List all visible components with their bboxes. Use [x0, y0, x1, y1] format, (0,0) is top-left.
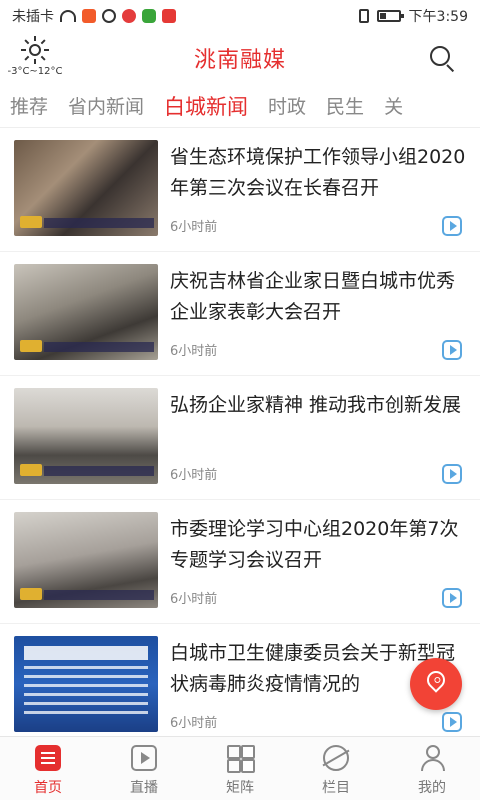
news-list: 省生态环境保护工作领导小组2020年第三次会议在长春召开 6小时前 庆祝吉林省企…	[0, 128, 480, 736]
tab-livelihood[interactable]: 民生	[316, 92, 374, 119]
tab-more[interactable]: 关	[374, 92, 413, 119]
tab-politics[interactable]: 时政	[258, 92, 316, 119]
column-icon	[323, 745, 349, 771]
app-notification-icon	[102, 9, 116, 23]
news-thumbnail	[14, 388, 158, 484]
nav-label: 直播	[130, 780, 158, 796]
news-thumbnail	[14, 264, 158, 360]
search-icon[interactable]	[428, 44, 458, 74]
video-icon[interactable]	[442, 340, 462, 360]
video-icon[interactable]	[442, 588, 462, 608]
nav-mine[interactable]: 我的	[384, 737, 480, 800]
status-bar: 未插卡 下午3:59	[0, 0, 480, 32]
matrix-icon	[227, 745, 253, 773]
video-icon[interactable]	[442, 712, 462, 732]
bottom-nav: 首页 直播 矩阵 栏目 我的	[0, 736, 480, 800]
app-notification-icon	[82, 9, 96, 23]
vibrate-icon	[358, 9, 369, 23]
news-title: 市委理论学习中心组2020年第7次专题学习会议召开	[170, 518, 459, 571]
location-button[interactable]	[410, 658, 462, 710]
nav-column[interactable]: 栏目	[288, 737, 384, 800]
status-time: 下午3:59	[408, 9, 468, 25]
tab-recommend[interactable]: 推荐	[0, 92, 58, 119]
video-icon[interactable]	[442, 216, 462, 236]
news-thumbnail	[14, 140, 158, 236]
news-item[interactable]: 庆祝吉林省企业家日暨白城市优秀企业家表彰大会召开 6小时前	[0, 252, 480, 376]
news-thumbnail	[14, 636, 158, 732]
nav-home[interactable]: 首页	[0, 737, 96, 800]
battery-icon	[376, 10, 404, 22]
nav-live[interactable]: 直播	[96, 737, 192, 800]
wifi-icon	[60, 10, 76, 22]
news-item[interactable]: 省生态环境保护工作领导小组2020年第三次会议在长春召开 6小时前	[0, 128, 480, 252]
news-time: 6小时前	[170, 220, 218, 235]
carrier-text: 未插卡	[12, 9, 54, 25]
news-title: 弘扬企业家精神 推动我市创新发展	[170, 394, 462, 416]
profile-icon	[419, 745, 445, 771]
location-pin-icon	[423, 667, 449, 693]
news-time: 6小时前	[170, 468, 218, 483]
nav-label: 我的	[418, 780, 446, 796]
tab-baicheng-news[interactable]: 白城新闻	[154, 91, 258, 121]
live-icon	[131, 745, 157, 771]
app-header: -3°C~12°C 洮南融媒	[0, 32, 480, 84]
news-item[interactable]: 白城市卫生健康委员会关于新型冠状病毒肺炎疫情情况的 6小时前	[0, 624, 480, 736]
app-notification-icon	[162, 9, 176, 23]
video-icon[interactable]	[442, 464, 462, 484]
category-tabs: 推荐 省内新闻 白城新闻 时政 民生 关	[0, 84, 480, 128]
news-thumbnail	[14, 512, 158, 608]
news-item[interactable]: 市委理论学习中心组2020年第7次专题学习会议召开 6小时前	[0, 500, 480, 624]
news-item[interactable]: 弘扬企业家精神 推动我市创新发展 6小时前	[0, 376, 480, 500]
nav-label: 矩阵	[226, 780, 254, 796]
tab-provincial-news[interactable]: 省内新闻	[58, 92, 154, 119]
wechat-icon	[142, 9, 156, 23]
home-icon	[35, 745, 61, 771]
app-notification-icon	[122, 9, 136, 23]
news-title: 庆祝吉林省企业家日暨白城市优秀企业家表彰大会召开	[170, 270, 456, 323]
news-time: 6小时前	[170, 716, 218, 731]
news-title: 省生态环境保护工作领导小组2020年第三次会议在长春召开	[170, 146, 466, 199]
nav-label: 栏目	[322, 780, 350, 796]
app-title: 洮南融媒	[193, 48, 286, 73]
nav-label: 首页	[34, 780, 62, 796]
news-time: 6小时前	[170, 344, 218, 359]
nav-matrix[interactable]: 矩阵	[192, 737, 288, 800]
news-time: 6小时前	[170, 592, 218, 607]
